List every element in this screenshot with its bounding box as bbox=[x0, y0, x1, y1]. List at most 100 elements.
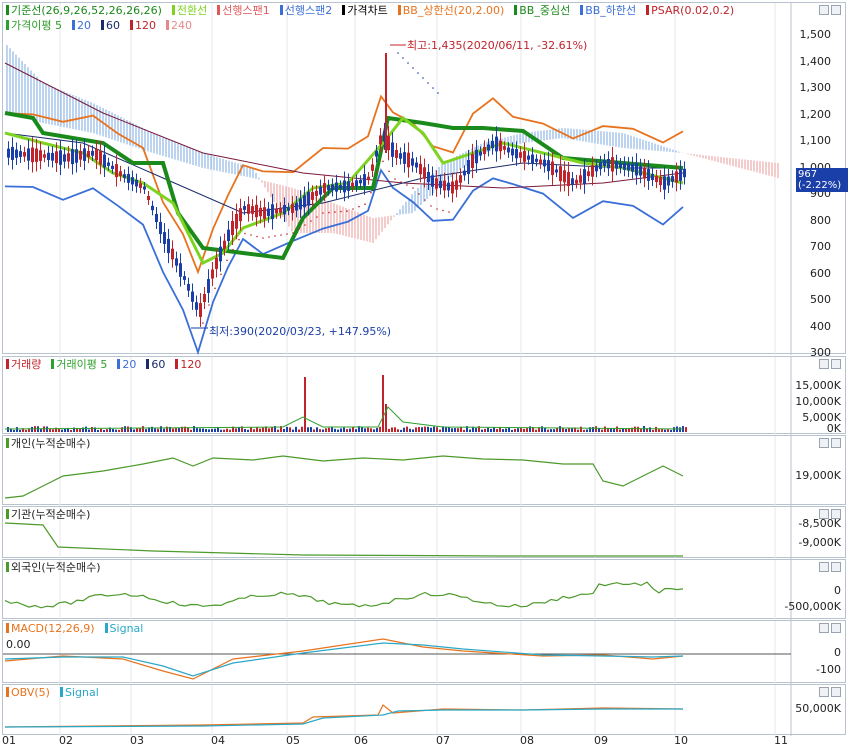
legend-item[interactable]: 선행스팬2 bbox=[279, 4, 337, 17]
candle-body bbox=[343, 180, 346, 193]
volume-bar bbox=[637, 426, 639, 432]
volume-bar bbox=[670, 429, 672, 432]
candle-body bbox=[123, 174, 126, 178]
volume-pane[interactable]: 거래량 거래이평 5 20 60 120 15,000K 10,000K 5,000K … bbox=[2, 356, 846, 435]
legend-item[interactable]: 60 bbox=[100, 19, 125, 32]
obv-tick: 50,000K bbox=[795, 702, 841, 715]
legend-label: 거래량 bbox=[11, 358, 42, 371]
pane-window-buttons[interactable] bbox=[817, 438, 841, 451]
maximize-icon[interactable] bbox=[831, 5, 841, 15]
maximize-icon[interactable] bbox=[831, 438, 841, 448]
legend-item[interactable]: 가격차트 bbox=[342, 4, 392, 17]
legend-item[interactable]: Signal bbox=[104, 622, 149, 635]
legend-label: 60 bbox=[151, 358, 166, 371]
candle-body bbox=[335, 182, 338, 192]
minimize-icon[interactable] bbox=[819, 5, 829, 15]
maximize-icon[interactable] bbox=[831, 623, 841, 633]
volume-bar bbox=[370, 428, 372, 432]
candle-body bbox=[207, 279, 210, 293]
maximize-icon[interactable] bbox=[831, 562, 841, 572]
volume-bar bbox=[292, 429, 294, 432]
pane-window-buttons[interactable] bbox=[817, 509, 841, 522]
candle-body bbox=[399, 153, 402, 159]
legend-item[interactable]: 60 bbox=[146, 358, 170, 371]
pane-window-buttons[interactable] bbox=[817, 562, 841, 575]
psar-dot bbox=[256, 235, 258, 238]
pane-window-buttons[interactable] bbox=[817, 5, 841, 18]
candle-body bbox=[87, 150, 90, 158]
minimize-icon[interactable] bbox=[819, 438, 829, 448]
candle-body bbox=[519, 152, 522, 158]
candle-body bbox=[187, 284, 190, 291]
minimize-icon[interactable] bbox=[819, 509, 829, 519]
candle-body bbox=[255, 204, 258, 218]
legend-marker bbox=[146, 359, 150, 369]
minimize-icon[interactable] bbox=[819, 562, 829, 572]
legend-item[interactable]: BB_중심선 bbox=[514, 4, 575, 17]
legend-item[interactable]: PSAR(0.02,0.2) bbox=[646, 4, 739, 17]
legend-item[interactable]: 120 bbox=[129, 19, 161, 32]
psar-dot bbox=[422, 77, 424, 79]
psar-dot bbox=[238, 238, 240, 241]
legend-item[interactable]: OBV(5) bbox=[6, 686, 55, 699]
maximize-icon[interactable] bbox=[831, 509, 841, 519]
candle-body bbox=[15, 149, 18, 158]
legend-item[interactable]: 20 bbox=[71, 19, 96, 32]
macd-pane[interactable]: MACD(12,26,9) Signal 0.00 0 -100 bbox=[2, 620, 846, 684]
volume-bar bbox=[604, 426, 606, 432]
candle-body bbox=[227, 229, 230, 242]
legend-item[interactable]: 120 bbox=[175, 358, 206, 371]
candle-body bbox=[327, 185, 330, 191]
volume-bar bbox=[601, 429, 603, 432]
individual-legend: 개인(누적순매수) bbox=[6, 437, 786, 451]
maximize-icon[interactable] bbox=[831, 687, 841, 697]
volume-bar bbox=[163, 428, 165, 432]
institution-net-pane[interactable]: 기관(누적순매수) -8,500K -9,000K bbox=[2, 506, 846, 559]
legend-item[interactable]: 거래량 bbox=[6, 358, 46, 371]
candle-body bbox=[579, 175, 582, 183]
obv-pane[interactable]: OBV(5) Signal 50,000K bbox=[2, 684, 846, 736]
candle-body bbox=[675, 171, 678, 183]
candle-body bbox=[159, 221, 162, 235]
psar-dot bbox=[436, 208, 438, 210]
candle-body bbox=[603, 159, 606, 167]
minimize-icon[interactable] bbox=[819, 359, 829, 369]
legend-marker bbox=[514, 5, 518, 15]
volume-bar bbox=[331, 426, 333, 432]
volume-bar bbox=[568, 428, 570, 432]
individual-net-pane[interactable]: 개인(누적순매수) 19,000K bbox=[2, 435, 846, 506]
legend-item[interactable]: Signal bbox=[59, 686, 104, 699]
price-chart-canvas[interactable] bbox=[3, 3, 847, 355]
candle-body bbox=[567, 172, 570, 186]
price-chart-pane[interactable]: 기준선(26,9,26,52,26,26,26) 전환선 선행스팬1 선행스팬2 가격차… bbox=[2, 2, 848, 359]
volume-bar bbox=[529, 426, 531, 432]
legend-item[interactable]: 기준선(26,9,26,52,26,26,26) bbox=[6, 4, 167, 17]
legend-item[interactable]: BB_상한선(20,2.00) bbox=[397, 4, 510, 17]
minimize-icon[interactable] bbox=[819, 623, 829, 633]
x-tick: 08 bbox=[520, 734, 534, 747]
candle-body bbox=[323, 183, 326, 193]
volume-bar bbox=[454, 428, 456, 432]
legend-item[interactable]: 거래이평 5 bbox=[51, 358, 112, 371]
volume-bar bbox=[136, 427, 138, 432]
pane-window-buttons[interactable] bbox=[817, 687, 841, 700]
legend-item[interactable]: 240 bbox=[165, 19, 197, 32]
legend-item[interactable]: 전환선 bbox=[171, 4, 212, 17]
legend-item[interactable]: 가격이평 5 bbox=[6, 19, 67, 32]
volume-bar bbox=[349, 428, 351, 432]
candle-body bbox=[487, 144, 490, 151]
candle-body bbox=[111, 165, 114, 170]
volume-bar bbox=[439, 429, 441, 432]
volume-bar bbox=[247, 429, 249, 432]
legend-item[interactable]: 20 bbox=[117, 358, 141, 371]
pane-window-buttons[interactable] bbox=[817, 359, 841, 372]
volume-bar bbox=[619, 429, 621, 432]
volume-bar bbox=[85, 426, 87, 432]
legend-item[interactable]: MACD(12,26,9) bbox=[6, 622, 100, 635]
legend-item[interactable]: 선행스팬1 bbox=[217, 4, 274, 17]
legend-item[interactable]: BB_하한선 bbox=[580, 4, 641, 17]
minimize-icon[interactable] bbox=[819, 687, 829, 697]
maximize-icon[interactable] bbox=[831, 359, 841, 369]
foreign-net-pane[interactable]: 외국인(누적순매수) 0 -500,000K bbox=[2, 559, 846, 620]
pane-window-buttons[interactable] bbox=[817, 623, 841, 636]
